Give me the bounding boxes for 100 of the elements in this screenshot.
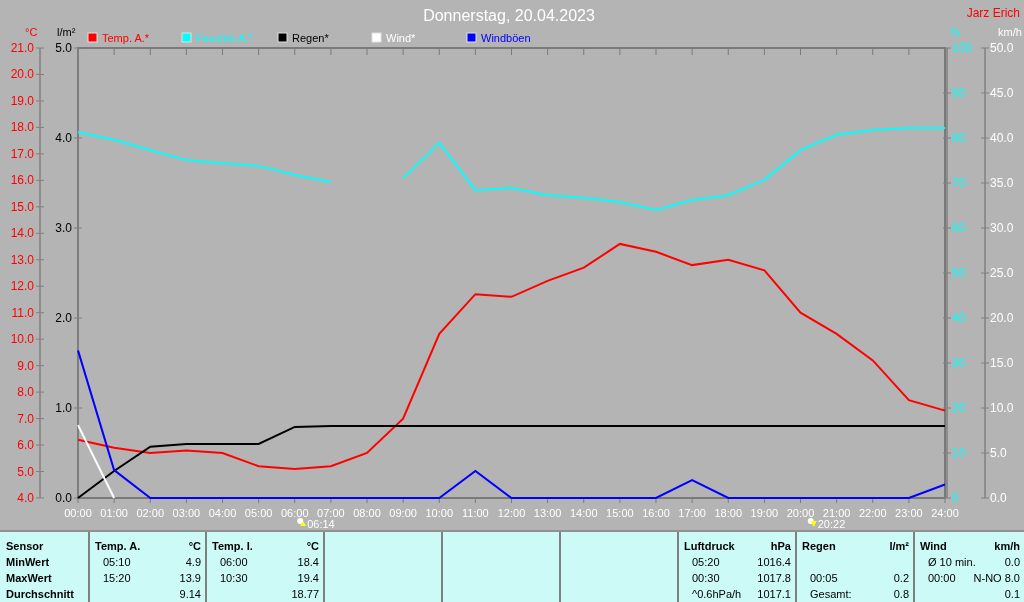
time-cell-text: 00:30: [691, 571, 720, 586]
axis-tick-label: 06:00: [281, 507, 309, 519]
axis-tick-label: 19:00: [750, 507, 779, 519]
axis-tick-label: 10: [952, 446, 966, 460]
axis-tick-label: 8.0: [17, 385, 34, 400]
axis-tick-label: 5.0: [55, 41, 72, 55]
value-cell-text: 19.4: [297, 571, 319, 586]
time-cell-text: 00:05: [809, 571, 838, 586]
value-cell-text: 4.9: [185, 555, 201, 570]
time-cell-text: 05:10: [102, 555, 131, 570]
axis-tick-label: 11.0: [11, 305, 34, 320]
axis-tick-label: 35.0: [990, 176, 1014, 190]
unit-label: km/h: [994, 539, 1020, 554]
unit-label: hPa: [770, 539, 791, 554]
value-cell-text: 0.1: [1004, 587, 1020, 602]
time-cell-text: 15:20: [102, 571, 131, 586]
axis-tick-label: 14.0: [10, 226, 34, 241]
axis-tick-label: 5.0: [990, 446, 1007, 460]
axis-tick-label: 20.0: [990, 311, 1014, 325]
axis-tick-label: 15.0: [990, 356, 1014, 370]
axis-tick-label: 10.0: [10, 332, 34, 347]
unit-label: °C: [188, 539, 201, 554]
sun-time-label: 06:14: [307, 518, 335, 530]
axis-tick-label: 05:00: [244, 507, 273, 519]
time-cell-text: ^0.6hPa/h: [691, 587, 742, 602]
axis-tick-label: 0: [952, 491, 959, 505]
axis-tick-label: 08:00: [353, 507, 381, 519]
axis-tick-label: 7.0: [17, 411, 34, 426]
axis-tick-label: 13.0: [10, 252, 34, 267]
axis-tick-label: 17:00: [678, 507, 706, 519]
axis-tick-label: 15:00: [606, 507, 634, 519]
axis-tick-label: 90: [952, 86, 966, 100]
axis-tick-label: 21.0: [10, 41, 34, 55]
axis-tick-label: 14:00: [570, 507, 598, 519]
axis-tick-label: 45.0: [990, 86, 1014, 100]
axis-tick-label: 3.0: [55, 221, 72, 235]
axis-tick-label: 16:00: [642, 507, 670, 519]
axis-unit: %: [950, 26, 960, 38]
unit-label: °C: [306, 539, 319, 554]
axis-tick-label: 80: [952, 131, 966, 145]
legend-label: Windböen: [481, 32, 531, 44]
time-cell-text: 05:20: [691, 555, 720, 570]
sensor-title: Temp. I.: [212, 539, 253, 554]
axis-tick-label: 0.0: [55, 491, 72, 505]
axis-tick-label: 0.0: [990, 491, 1007, 505]
axis-tick-label: 21:00: [822, 507, 851, 519]
unit-label: l/m²: [889, 539, 909, 554]
legend-label: Feuchte A.*: [196, 32, 253, 44]
axis-unit: °C: [25, 26, 38, 38]
axis-tick-label: 4.0: [17, 491, 34, 505]
axis-tick-label: 12.0: [10, 279, 34, 294]
value-cell-text: 1017.8: [757, 571, 791, 586]
axis-tick-label: 60: [952, 221, 966, 235]
axis-unit: km/h: [998, 26, 1022, 38]
axis-tick-label: 22:00: [859, 507, 887, 519]
time-cell-text: 00:00: [927, 571, 956, 586]
axis-tick-label: 16.0: [10, 173, 34, 188]
row-label: MaxWert: [6, 571, 53, 586]
value-cell-text: 9.14: [179, 587, 201, 602]
axis-tick-label: 24:00: [931, 507, 959, 519]
axis-tick-label: 09:00: [389, 507, 417, 519]
axis-tick-label: 6.0: [17, 438, 34, 453]
axis-tick-label: 20.0: [10, 67, 34, 82]
axis-tick-label: 19.0: [10, 93, 34, 108]
value-cell-text: 0.8: [893, 587, 909, 602]
sensor-title: Regen: [802, 539, 836, 554]
axis-tick-label: 00:00: [64, 507, 92, 519]
chart-title: Donnerstag, 20.04.2023: [423, 7, 595, 24]
sun-icon: [297, 518, 307, 526]
axis-tick-label: 10.0: [990, 401, 1014, 415]
axis-tick-label: 4.0: [55, 131, 72, 145]
legend-label: Wind*: [386, 32, 416, 44]
value-cell-text: 13.9: [179, 571, 201, 586]
value-cell-text: 18.77: [291, 587, 319, 602]
axis-tick-label: 03:00: [172, 507, 201, 519]
time-cell-text: 06:00: [219, 555, 248, 570]
axis-tick-label: 2.0: [55, 311, 72, 325]
axis-tick-label: 12:00: [497, 507, 526, 519]
legend-label: Temp. A.*: [102, 32, 150, 44]
sensor-title: Wind: [920, 539, 947, 554]
axis-tick-label: 70: [952, 176, 966, 190]
axis-tick-label: 20: [952, 401, 966, 415]
axis-tick-label: 40: [952, 311, 966, 325]
row-label: MinWert: [6, 555, 51, 570]
time-cell-text: Ø 10 min.: [927, 555, 976, 570]
axis-tick-label: 07:00: [317, 507, 345, 519]
axis-tick-label: 20:00: [786, 507, 815, 519]
value-cell-text: 1016.4: [757, 555, 791, 570]
axis-tick-label: 25.0: [990, 266, 1014, 280]
axis-unit: l/m²: [57, 26, 76, 38]
axis-tick-label: 100: [952, 41, 973, 55]
sensor-title: Luftdruck: [684, 539, 735, 554]
value-cell-text: 1017.1: [757, 587, 791, 602]
axis-tick-label: 13:00: [533, 507, 562, 519]
axis-tick-label: 17.0: [10, 146, 34, 161]
sensor-title: Temp. A.: [95, 539, 141, 554]
axis-tick-label: 10:00: [425, 507, 453, 519]
value-cell-text: 18.4: [297, 555, 319, 570]
axis-tick-label: 30: [952, 356, 966, 370]
axis-tick-label: 5.0: [17, 464, 34, 479]
